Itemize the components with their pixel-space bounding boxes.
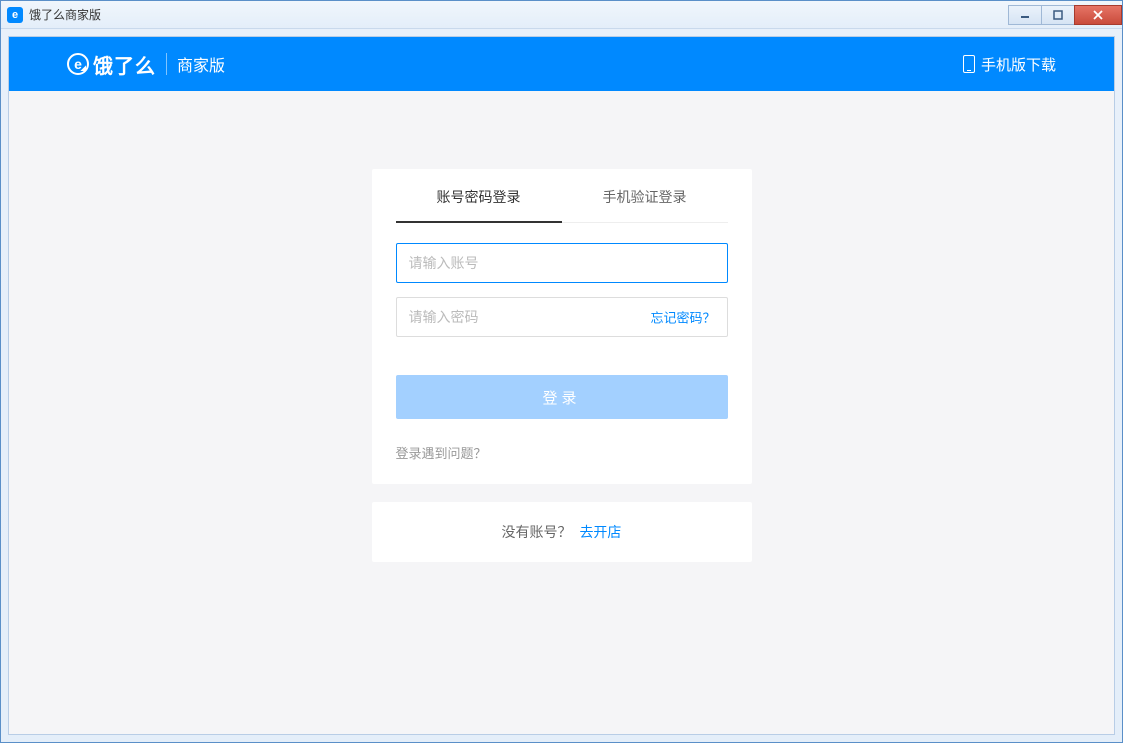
maximize-icon: [1053, 10, 1063, 20]
login-trouble-link[interactable]: 登录遇到问题？: [396, 443, 728, 462]
brand-logo: e 饿了么: [67, 50, 156, 79]
window-controls: [1009, 5, 1122, 25]
app-window: e 饿了么商家版 e 饿了么: [0, 0, 1123, 743]
account-input[interactable]: [396, 243, 728, 283]
phone-icon: [963, 55, 975, 73]
app-header: e 饿了么 商家版 手机版下载: [9, 37, 1114, 91]
tab-password-login[interactable]: 账号密码登录: [396, 169, 562, 223]
register-prompt: 没有账号？: [502, 524, 572, 540]
tab-password-label: 账号密码登录: [437, 189, 521, 205]
minimize-button[interactable]: [1008, 5, 1042, 25]
tab-sms-login[interactable]: 手机验证登录: [562, 169, 728, 223]
tab-sms-label: 手机验证登录: [603, 189, 687, 205]
content-inner: e 饿了么 商家版 手机版下载 账号密码登录: [8, 36, 1115, 735]
account-input-wrap: [396, 243, 728, 283]
window-title: 饿了么商家版: [29, 6, 101, 23]
titlebar-left: e 饿了么商家版: [7, 6, 101, 23]
app-icon: e: [7, 7, 23, 23]
main-area: 账号密码登录 手机验证登录 忘记密码？: [9, 91, 1114, 734]
login-tabs: 账号密码登录 手机验证登录: [396, 169, 728, 223]
maximize-button[interactable]: [1041, 5, 1075, 25]
window-titlebar: e 饿了么商家版: [1, 1, 1122, 29]
brand-divider: [166, 53, 167, 75]
brand: e 饿了么 商家版: [67, 50, 225, 79]
brand-logo-icon: e: [67, 53, 89, 75]
forgot-password-link[interactable]: 忘记密码？: [650, 308, 715, 327]
register-card: 没有账号？ 去开店: [372, 502, 752, 562]
mobile-download-label: 手机版下载: [981, 54, 1056, 75]
close-icon: [1092, 10, 1104, 20]
minimize-icon: [1020, 10, 1030, 20]
password-input-wrap: 忘记密码？: [396, 297, 728, 337]
mobile-download-link[interactable]: 手机版下载: [963, 54, 1056, 75]
register-link[interactable]: 去开店: [579, 524, 621, 540]
content-frame: e 饿了么 商家版 手机版下载 账号密码登录: [1, 29, 1122, 742]
login-form: 忘记密码？ 登录 登录遇到问题？: [396, 243, 728, 462]
brand-subtitle: 商家版: [177, 52, 225, 76]
close-button[interactable]: [1074, 5, 1122, 25]
login-card: 账号密码登录 手机验证登录 忘记密码？: [372, 169, 752, 484]
login-button[interactable]: 登录: [396, 375, 728, 419]
brand-name: 饿了么: [93, 50, 156, 79]
